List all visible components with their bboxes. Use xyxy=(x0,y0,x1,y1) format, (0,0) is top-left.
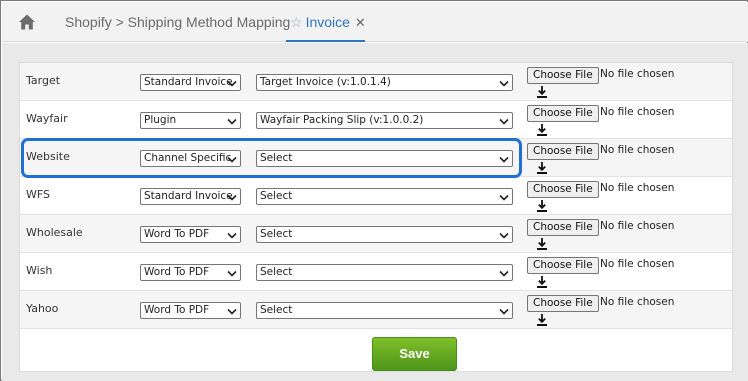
file-status: No file chosen xyxy=(600,68,675,80)
save-button[interactable]: Save xyxy=(372,337,457,371)
template-value: Select xyxy=(260,190,293,202)
channel-name: Wish xyxy=(26,264,53,277)
download-icon[interactable] xyxy=(535,199,549,213)
file-status: No file chosen xyxy=(600,144,675,156)
template-select[interactable]: Select xyxy=(256,226,513,243)
invoice-type-value: Word To PDF xyxy=(144,228,210,240)
file-status: No file chosen xyxy=(600,182,675,194)
star-icon[interactable]: ☆ xyxy=(290,14,303,30)
chevron-down-icon xyxy=(227,116,237,125)
table-row: Yahoo Word To PDF Select Choose File No file… xyxy=(20,291,732,329)
invoice-type-select[interactable]: Standard Invoice xyxy=(140,74,241,91)
file-status: No file chosen xyxy=(600,296,675,308)
choose-file-button[interactable]: Choose File xyxy=(527,105,599,122)
invoice-type-select[interactable]: Channel Specific xyxy=(140,150,241,167)
template-select[interactable]: Select xyxy=(256,188,513,205)
download-icon[interactable] xyxy=(535,161,549,175)
file-status: No file chosen xyxy=(600,258,675,270)
table-row: Wholesale Word To PDF Select Choose File No … xyxy=(20,215,732,253)
channel-name: WFS xyxy=(26,188,50,201)
template-select[interactable]: Select xyxy=(256,264,513,281)
choose-file-button[interactable]: Choose File xyxy=(527,143,599,160)
template-select[interactable]: Target Invoice (v:1.0.1.4) xyxy=(256,74,513,91)
download-icon[interactable] xyxy=(535,85,549,99)
table-row: Target Standard Invoice Target Invoice (v:… xyxy=(20,63,732,101)
chevron-down-icon xyxy=(227,306,237,315)
invoice-type-select[interactable]: Word To PDF xyxy=(140,226,241,243)
template-value: Wayfair Packing Slip (v:1.0.0.2) xyxy=(260,114,424,126)
invoice-type-value: Channel Specific xyxy=(144,152,232,164)
chevron-down-icon xyxy=(499,230,509,239)
chevron-down-icon xyxy=(227,154,237,163)
table-row: Wish Word To PDF Select Choose File No file … xyxy=(20,253,732,291)
channel-name: Target xyxy=(26,74,61,87)
invoice-mapping-table: Target Standard Invoice Target Invoice (v:… xyxy=(19,62,733,372)
chevron-down-icon xyxy=(499,154,509,163)
chevron-down-icon xyxy=(499,78,509,87)
chevron-down-icon xyxy=(499,192,509,201)
chevron-down-icon xyxy=(227,268,237,277)
invoice-type-select[interactable]: Word To PDF xyxy=(140,264,241,281)
template-select[interactable]: Select xyxy=(256,302,513,319)
invoice-type-value: Word To PDF xyxy=(144,304,210,316)
app-window: Shopify > Shipping Method Mapping ☆ Invoi… xyxy=(0,0,748,381)
invoice-type-select[interactable]: Word To PDF xyxy=(140,302,241,319)
template-value: Select xyxy=(260,304,293,316)
chevron-down-icon xyxy=(227,192,237,201)
download-icon[interactable] xyxy=(535,237,549,251)
template-value: Select xyxy=(260,266,293,278)
invoice-type-select[interactable]: Standard Invoice xyxy=(140,188,241,205)
table-row: Wayfair Plugin Wayfair Packing Slip (v:1.0… xyxy=(20,101,732,139)
table-row: Website Channel Specific Select Choose File… xyxy=(20,139,732,177)
invoice-type-value: Standard Invoice xyxy=(144,190,233,202)
template-value: Select xyxy=(260,152,293,164)
template-select[interactable]: Wayfair Packing Slip (v:1.0.0.2) xyxy=(256,112,513,129)
invoice-type-value: Plugin xyxy=(144,114,177,126)
template-value: Target Invoice (v:1.0.1.4) xyxy=(260,76,391,88)
invoice-type-select[interactable]: Plugin xyxy=(140,112,241,129)
content-area: Target Standard Invoice Target Invoice (v:… xyxy=(2,43,748,381)
file-status: No file chosen xyxy=(600,220,675,232)
home-icon[interactable] xyxy=(18,13,36,31)
tab-shipping-method-mapping[interactable]: Shopify > Shipping Method Mapping xyxy=(65,2,290,42)
chevron-down-icon xyxy=(499,116,509,125)
download-icon[interactable] xyxy=(535,123,549,137)
channel-name: Wayfair xyxy=(26,112,68,125)
download-icon[interactable] xyxy=(535,275,549,289)
choose-file-button[interactable]: Choose File xyxy=(527,257,599,274)
tab-invoice[interactable]: ☆ Invoice ✕ xyxy=(286,2,366,42)
channel-name: Website xyxy=(26,150,70,163)
file-status: No file chosen xyxy=(600,106,675,118)
chevron-down-icon xyxy=(499,268,509,277)
channel-name: Wholesale xyxy=(26,226,83,239)
invoice-type-value: Standard Invoice xyxy=(144,76,233,88)
chevron-down-icon xyxy=(227,230,237,239)
tab-invoice-label: Invoice xyxy=(305,14,350,30)
choose-file-button[interactable]: Choose File xyxy=(527,295,599,312)
download-icon[interactable] xyxy=(535,313,549,327)
template-select[interactable]: Select xyxy=(256,150,513,167)
choose-file-button[interactable]: Choose File xyxy=(527,67,599,84)
invoice-type-value: Word To PDF xyxy=(144,266,210,278)
channel-name: Yahoo xyxy=(26,302,59,315)
close-icon[interactable]: ✕ xyxy=(355,15,366,30)
choose-file-button[interactable]: Choose File xyxy=(527,219,599,236)
choose-file-button[interactable]: Choose File xyxy=(527,181,599,198)
chevron-down-icon xyxy=(227,78,237,87)
tab-bar: Shopify > Shipping Method Mapping ☆ Invoi… xyxy=(2,2,748,42)
table-row: WFS Standard Invoice Select Choose File No f… xyxy=(20,177,732,215)
chevron-down-icon xyxy=(499,306,509,315)
template-value: Select xyxy=(260,228,293,240)
